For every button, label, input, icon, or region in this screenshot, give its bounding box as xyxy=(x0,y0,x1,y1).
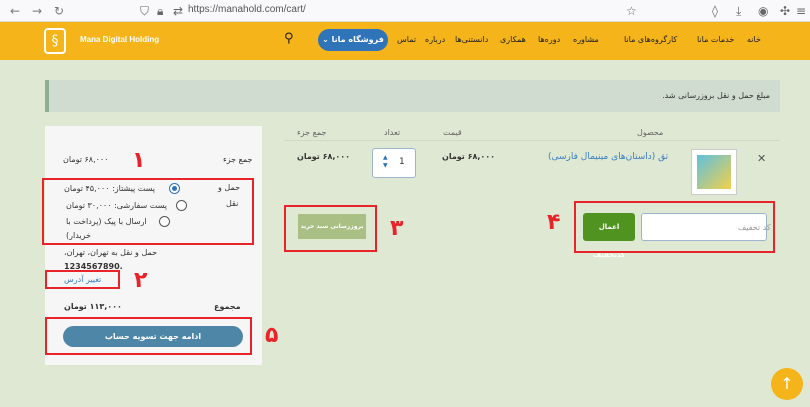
product-subtotal: ۶۸,۰۰۰ تومان xyxy=(297,152,351,161)
total-label: مجموع xyxy=(214,302,241,311)
annotation-box-3 xyxy=(284,205,377,252)
search-icon[interactable]: ⚲ xyxy=(284,31,294,46)
forward-icon[interactable]: → xyxy=(32,3,42,19)
col-header-subtotal: جمع جزء xyxy=(297,128,327,137)
product-name-link[interactable]: تق (داستان‌های مینیمال فارسی) xyxy=(548,152,668,162)
annotation-number-5: ۵ xyxy=(265,323,279,348)
col-header-product: محصول xyxy=(637,128,664,137)
quantity-input[interactable] xyxy=(372,148,416,178)
annotation-box-4 xyxy=(574,201,775,253)
col-header-price: قیمت xyxy=(443,128,462,137)
back-icon[interactable]: ← xyxy=(10,3,20,19)
scroll-to-top-button[interactable]: ↑ xyxy=(771,368,803,400)
arrow-up-icon: ↑ xyxy=(780,374,794,393)
url-text[interactable]: https://manahold.com/cart/ xyxy=(188,3,306,17)
nav-work-groups[interactable]: کارگروه‌های مانا xyxy=(624,35,677,44)
reload-icon[interactable]: ↻ xyxy=(54,3,64,19)
extensions-icon[interactable]: ✣ xyxy=(780,3,790,19)
nav-contact[interactable]: تماس xyxy=(397,35,416,44)
brand-name[interactable]: Mana Digital Holding xyxy=(80,35,159,44)
remove-item-icon[interactable]: ✕ xyxy=(757,152,766,165)
permissions-icon[interactable]: ⇄ xyxy=(173,3,183,19)
annotation-box-1 xyxy=(42,178,254,245)
lock-icon[interactable]: 🔒︎ xyxy=(157,3,163,19)
download-icon[interactable]: ⤓ xyxy=(736,3,741,19)
notice-text: مبلغ حمل و نقل بروزرسانی شد. xyxy=(662,91,770,100)
product-image xyxy=(697,155,731,189)
table-divider xyxy=(284,140,780,141)
nav-home[interactable]: خانه xyxy=(747,35,761,44)
nav-mana-services[interactable]: خدمات مانا xyxy=(697,35,734,44)
product-price: ۶۸,۰۰۰ تومان xyxy=(442,152,496,161)
store-button-label: فروشگاه مانا xyxy=(331,35,384,44)
subtotal-value: ۶۸,۰۰۰ تومان xyxy=(63,155,109,164)
chevron-down-icon: ⌄ xyxy=(322,35,332,44)
nav-knowledge[interactable]: دانستنی‌ها xyxy=(455,35,488,44)
quantity-value[interactable]: 1 xyxy=(399,157,405,167)
store-button[interactable]: ⌄ فروشگاه مانا xyxy=(318,29,388,51)
nav-cooperation[interactable]: همکاری xyxy=(500,35,526,44)
col-header-quantity: تعداد xyxy=(384,128,401,137)
nav-about[interactable]: درباره xyxy=(425,35,445,44)
ship-to-text: حمل و نقل به تهران، تهران، xyxy=(64,248,158,257)
annotation-number-3: ۳ xyxy=(390,216,404,241)
shield-icon[interactable]: ⛉ xyxy=(140,3,149,19)
total-value: ۱۱۳,۰۰۰ تومان xyxy=(64,302,122,311)
account-icon[interactable]: ◉ xyxy=(758,3,768,19)
annotation-box-2 xyxy=(45,270,120,289)
subtotal-label: جمع جزء xyxy=(223,155,253,164)
bookmark-star-icon[interactable]: ☆ xyxy=(626,3,637,19)
nav-consulting[interactable]: مشاوره xyxy=(573,35,599,44)
menu-icon[interactable]: ≡ xyxy=(796,3,806,19)
annotation-box-5 xyxy=(45,317,252,355)
annotation-number-2: ۲ xyxy=(134,268,148,293)
pocket-icon[interactable]: ◊ xyxy=(712,3,718,19)
nav-courses[interactable]: دوره‌ها xyxy=(538,35,560,44)
brand-logo[interactable]: § xyxy=(44,28,66,54)
annotation-number-1: ۱ xyxy=(132,148,146,173)
quantity-stepper-icon[interactable]: ▲ ▼ xyxy=(383,154,388,170)
annotation-number-4: ۴ xyxy=(547,210,561,235)
